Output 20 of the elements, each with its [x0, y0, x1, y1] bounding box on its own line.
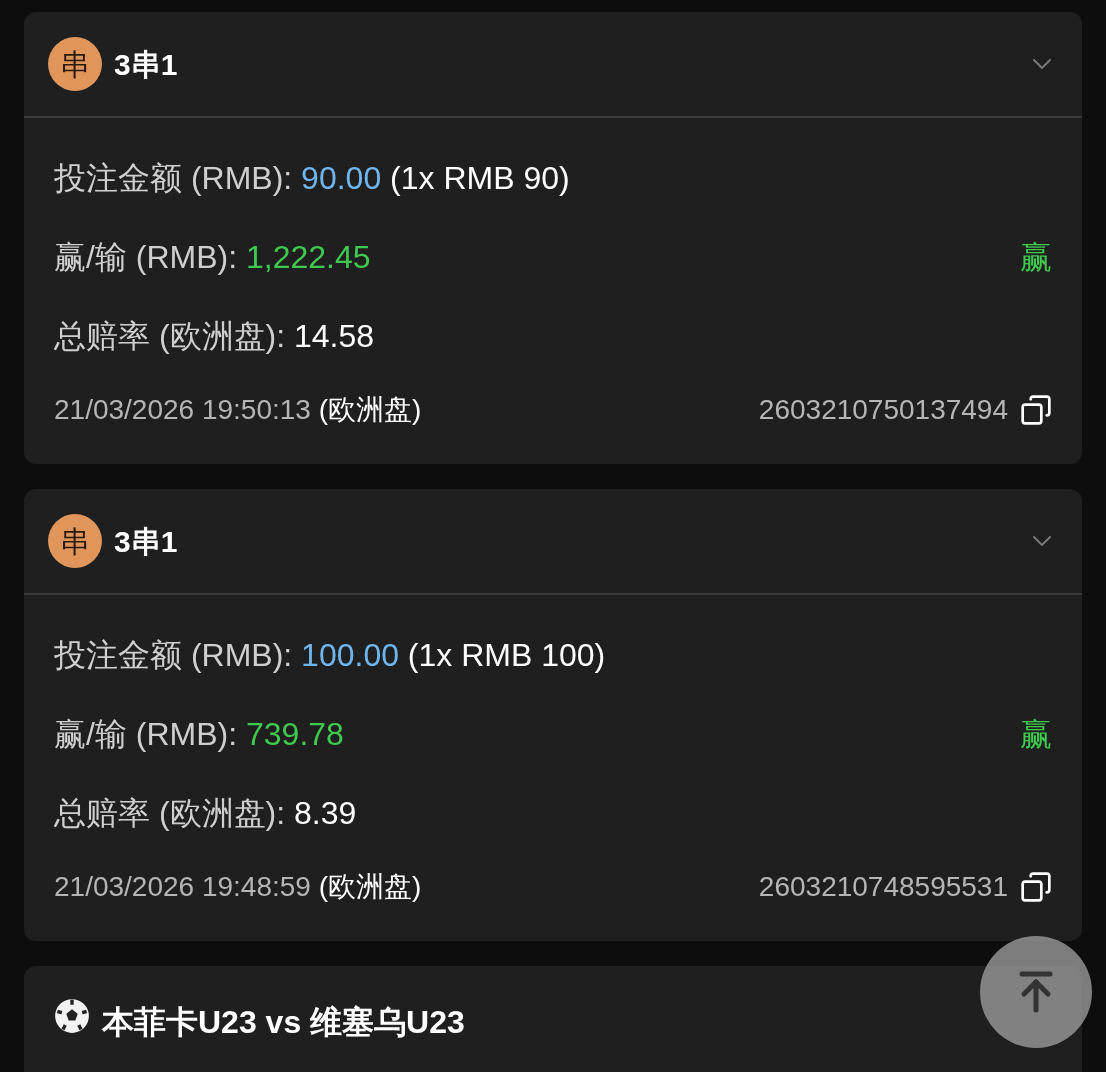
ticket-number: 2603210750137494	[758, 393, 1008, 427]
odds-text: 总赔率 (欧洲盘): 14.58	[54, 316, 375, 356]
bet-datetime: 21/03/2026 19:48:59 (欧洲盘)	[54, 870, 422, 904]
outcome-label: 赢	[1020, 714, 1052, 754]
soccer-ball-icon	[54, 998, 90, 1034]
bet-title: 3串1	[114, 46, 178, 83]
bet-datetime: 21/03/2026 19:50:13 (欧洲盘)	[54, 393, 422, 427]
parlay-badge: 串	[48, 514, 102, 568]
odds-text: 总赔率 (欧洲盘): 8.39	[54, 793, 357, 833]
result-text: 赢/输 (RMB): 739.78	[54, 714, 344, 754]
stake-text: 投注金额 (RMB): 100.00 (1x RMB 100)	[54, 635, 606, 675]
copy-icon[interactable]	[1020, 871, 1052, 903]
ticket-number: 2603210748595531	[758, 870, 1008, 904]
bet-title: 3串1	[114, 523, 178, 560]
match-title: 本菲卡U23 vs 维塞乌U23	[102, 1003, 465, 1042]
result-text: 赢/输 (RMB): 1,222.45	[54, 237, 371, 277]
parlay-badge: 串	[48, 37, 102, 91]
copy-icon[interactable]	[1020, 394, 1052, 426]
stake-text: 投注金额 (RMB): 90.00 (1x RMB 90)	[54, 158, 570, 198]
outcome-label: 赢	[1020, 237, 1052, 277]
